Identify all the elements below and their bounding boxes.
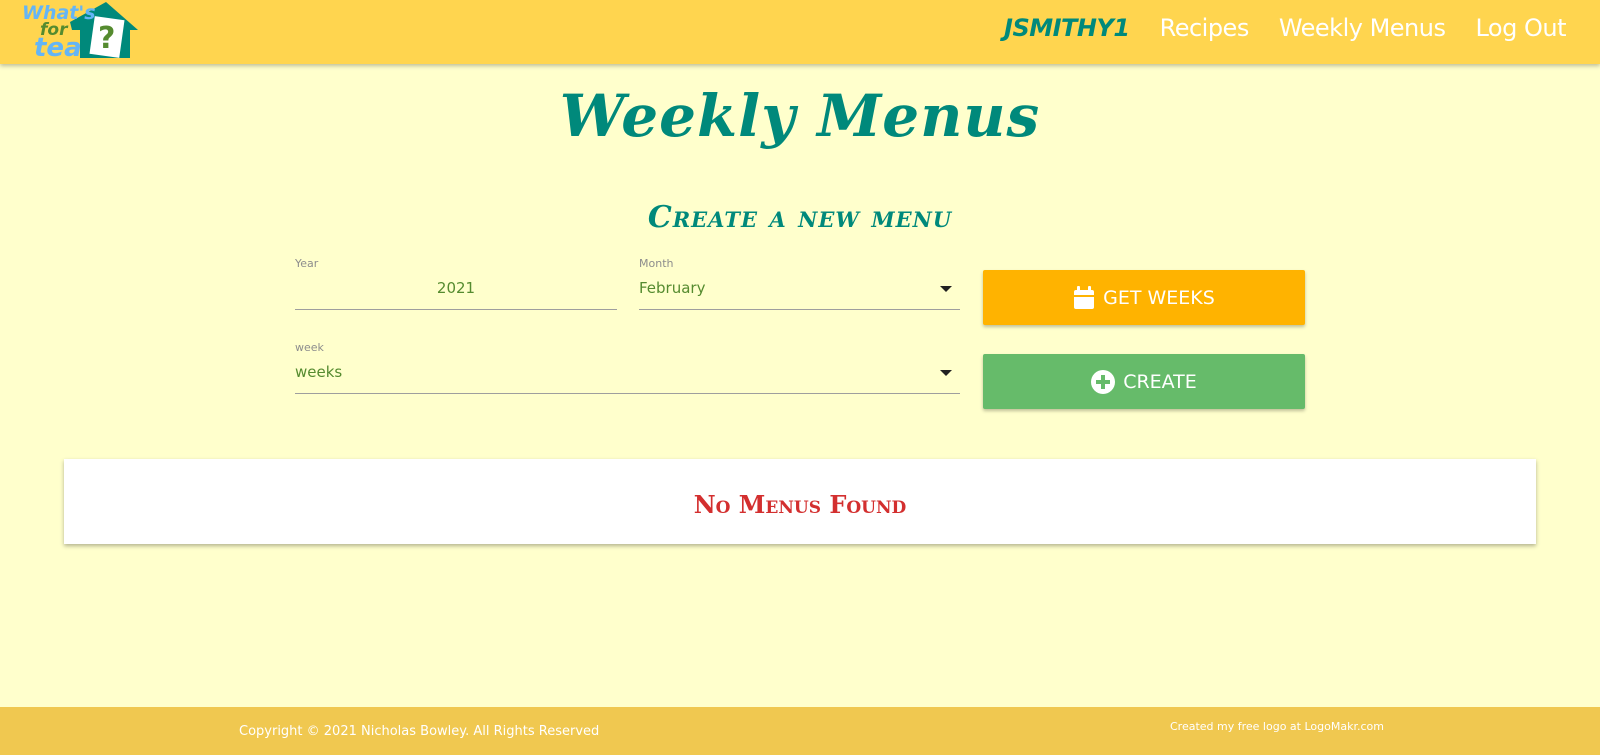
month-value[interactable]: February — [639, 279, 705, 297]
logo-text-line3: tea — [34, 33, 82, 63]
footer-logo-credit-link[interactable]: Created my free logo at LogoMakr.com — [1170, 720, 1384, 733]
year-field[interactable]: Year 2021 — [295, 257, 617, 310]
svg-text:?: ? — [98, 21, 115, 56]
nav-weekly-menus-link[interactable]: Weekly Menus — [1279, 14, 1446, 42]
chevron-down-icon[interactable] — [940, 286, 952, 292]
nav-logout-link[interactable]: Log Out — [1475, 14, 1566, 42]
top-navbar: ? What's for tea JSMITHY1 Recipes Weekly… — [0, 0, 1600, 64]
page-title: Weekly Menus — [559, 82, 1041, 150]
week-value[interactable]: weeks — [295, 363, 342, 381]
nav-username-link[interactable]: JSMITHY1 — [1004, 14, 1130, 42]
month-select[interactable]: Month February — [639, 257, 960, 310]
main-nav: JSMITHY1 Recipes Weekly Menus Log Out — [1004, 14, 1566, 42]
create-button[interactable]: CREATE — [983, 354, 1305, 409]
chevron-down-icon[interactable] — [940, 370, 952, 376]
get-weeks-button[interactable]: GET WEEKS — [983, 270, 1305, 325]
nav-recipes-link[interactable]: Recipes — [1160, 14, 1250, 42]
week-label: week — [295, 341, 324, 354]
site-logo[interactable]: ? What's for tea — [20, 0, 140, 64]
week-select[interactable]: week weeks — [295, 341, 960, 394]
footer-copyright: Copyright © 2021 Nicholas Bowley. All Ri… — [239, 724, 600, 739]
calendar-icon — [1074, 285, 1095, 309]
no-menus-message: No Menus Found — [693, 490, 907, 519]
month-label: Month — [639, 257, 674, 270]
year-value[interactable]: 2021 — [295, 279, 617, 297]
plus-circle-icon — [1091, 369, 1116, 394]
create-menu-heading: Create a new menu — [647, 200, 953, 235]
page-footer: Copyright © 2021 Nicholas Bowley. All Ri… — [0, 707, 1600, 755]
create-label: CREATE — [1123, 370, 1197, 393]
year-label: Year — [295, 257, 319, 270]
get-weeks-label: GET WEEKS — [1103, 286, 1215, 309]
menus-list-panel: No Menus Found — [64, 459, 1536, 544]
